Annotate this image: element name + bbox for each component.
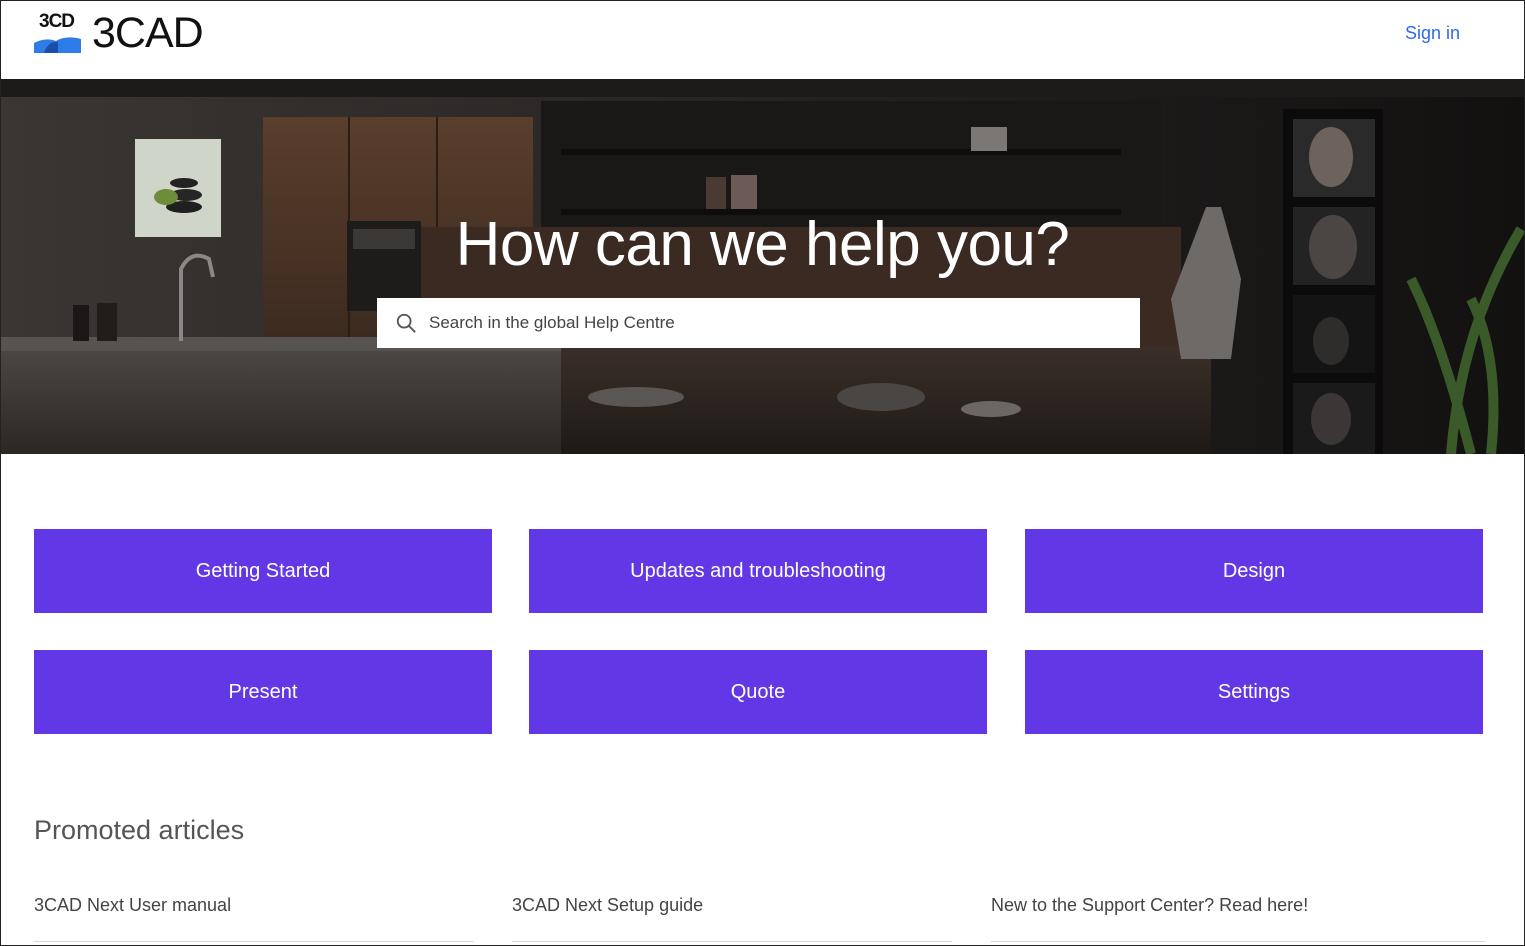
- search-box[interactable]: [377, 298, 1140, 348]
- category-getting-started[interactable]: Getting Started: [34, 529, 492, 613]
- article-setup-guide-link[interactable]: 3CAD Next Setup guide: [512, 895, 952, 942]
- sign-in-link[interactable]: Sign in: [1405, 23, 1460, 44]
- hero-banner: How can we help you?: [1, 79, 1524, 454]
- search-input[interactable]: [427, 312, 1111, 334]
- site-header: 3CD 3CAD Sign in: [1, 1, 1524, 79]
- category-settings[interactable]: Settings: [1025, 650, 1483, 734]
- search-icon: [396, 313, 416, 333]
- category-present[interactable]: Present: [34, 650, 492, 734]
- brand-logo[interactable]: 3CD 3CAD: [34, 9, 204, 57]
- logo-mark-text: 3CD: [39, 11, 75, 32]
- article-user-manual-link[interactable]: 3CAD Next User manual: [34, 895, 474, 942]
- article-new-to-support-link[interactable]: New to the Support Center? Read here!: [991, 895, 1485, 942]
- category-quote[interactable]: Quote: [529, 650, 987, 734]
- promoted-articles-heading: Promoted articles: [34, 815, 245, 845]
- logo-mark: 3CD: [34, 11, 82, 55]
- category-design[interactable]: Design: [1025, 529, 1483, 613]
- hero-title: How can we help you?: [455, 210, 1070, 279]
- logo-wave-icon: [34, 37, 81, 53]
- page: 3CD 3CAD Sign in How can we help you? Se…: [0, 0, 1525, 946]
- logo-wordmark: 3CAD: [92, 9, 204, 57]
- category-updates-troubleshooting[interactable]: Updates and troubleshooting: [529, 529, 987, 613]
